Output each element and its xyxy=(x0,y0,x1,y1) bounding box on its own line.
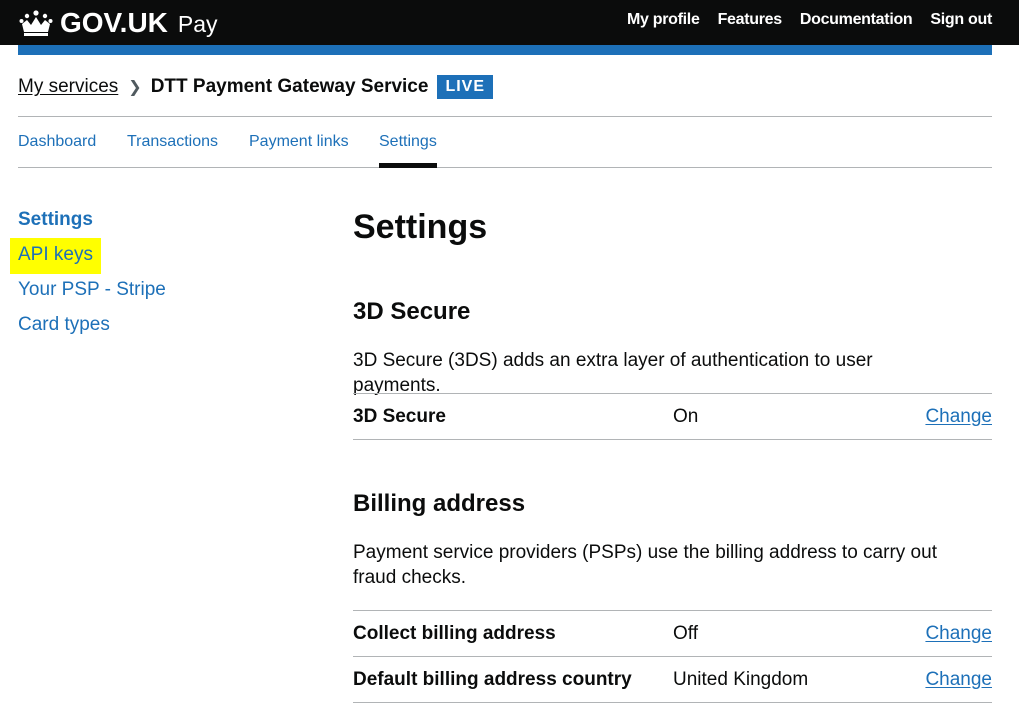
change-3d-secure-link[interactable]: Change xyxy=(925,406,992,428)
summary-row-collect-billing-address: Collect billing address Off Change xyxy=(353,610,992,656)
tab-dashboard[interactable]: Dashboard xyxy=(18,133,96,151)
page-title: Settings xyxy=(353,208,488,246)
sidenav-card-types[interactable]: Card types xyxy=(18,314,166,349)
service-tabs: Dashboard Transactions Payment links Set… xyxy=(18,116,992,168)
chevron-right-icon: ❯ xyxy=(128,79,142,96)
sidenav-api-keys[interactable]: API keys xyxy=(10,238,166,279)
site-header: GOV.UK Pay My profile Features Documenta… xyxy=(0,0,1019,45)
crown-icon xyxy=(19,9,53,36)
change-collect-billing-address-link[interactable]: Change xyxy=(925,623,992,645)
sidenav-api-keys-label: API keys xyxy=(10,238,101,274)
row-key: 3D Secure xyxy=(353,406,446,427)
row-value: United Kingdom xyxy=(673,669,809,690)
summary-row-default-billing-country: Default billing address country United K… xyxy=(353,656,992,703)
tab-settings[interactable]: Settings xyxy=(379,133,437,151)
nav-documentation[interactable]: Documentation xyxy=(800,10,913,30)
header-blue-bar xyxy=(18,45,992,55)
section-3d-secure-heading: 3D Secure xyxy=(353,298,471,325)
sidenav-your-psp[interactable]: Your PSP - Stripe xyxy=(18,279,166,314)
tab-payment-links[interactable]: Payment links xyxy=(249,133,349,151)
logo-text: GOV.UK xyxy=(60,6,168,38)
nav-my-profile[interactable]: My profile xyxy=(627,10,700,30)
settings-side-navigation: Settings API keys Your PSP - Stripe Card… xyxy=(10,209,166,349)
breadcrumb: My services ❯ DTT Payment Gateway Servic… xyxy=(18,75,494,99)
breadcrumb-my-services[interactable]: My services xyxy=(18,76,118,98)
summary-row-3d-secure: 3D Secure On Change xyxy=(353,393,992,440)
row-key: Collect billing address xyxy=(353,623,556,644)
change-default-billing-country-link[interactable]: Change xyxy=(925,669,992,691)
row-key: Default billing address country xyxy=(353,669,632,690)
active-tab-indicator xyxy=(379,163,437,168)
section-billing-address-heading: Billing address xyxy=(353,490,526,517)
row-value: On xyxy=(673,406,699,427)
live-status-badge: LIVE xyxy=(437,75,494,99)
nav-features[interactable]: Features xyxy=(718,10,783,30)
product-name: Pay xyxy=(177,11,218,37)
section-3d-secure-description: 3D Secure (3DS) adds an extra layer of a… xyxy=(353,350,873,396)
tab-transactions[interactable]: Transactions xyxy=(127,133,218,151)
section-billing-address-description: Payment service providers (PSPs) use the… xyxy=(353,542,937,588)
breadcrumb-service-name: DTT Payment Gateway Service xyxy=(150,76,429,97)
row-value: Off xyxy=(673,623,698,644)
header-navigation: My profile Features Documentation Sign o… xyxy=(609,10,992,30)
govuk-pay-logo[interactable]: GOV.UK Pay xyxy=(18,4,218,41)
nav-sign-out[interactable]: Sign out xyxy=(930,10,992,30)
